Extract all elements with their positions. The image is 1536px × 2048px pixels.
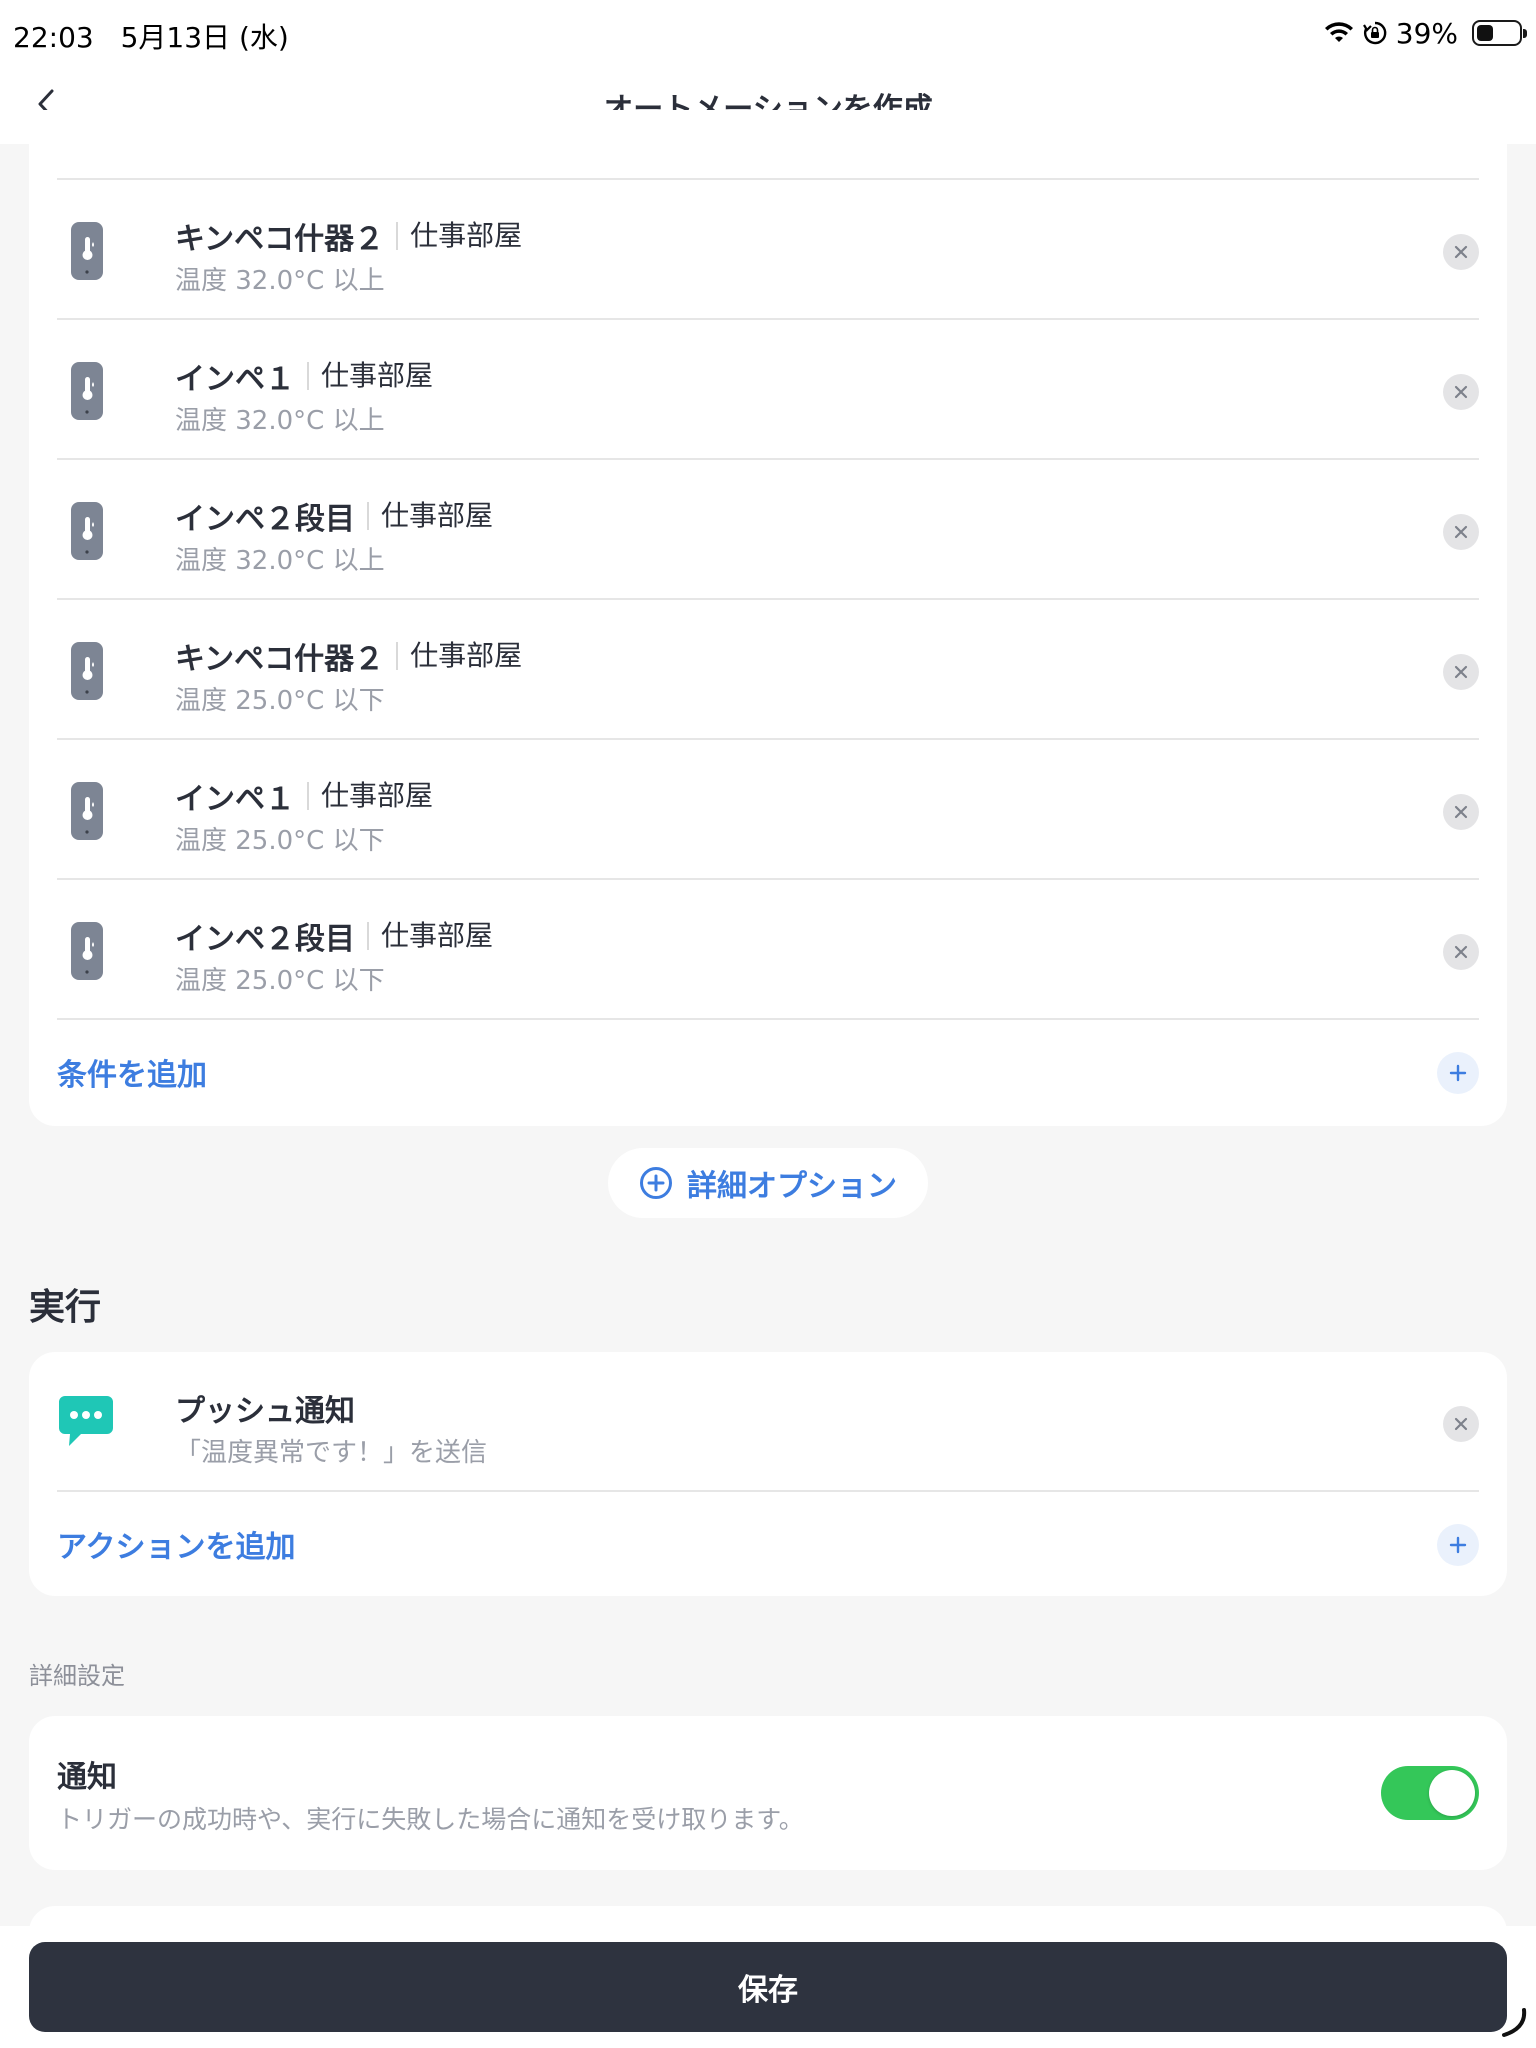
detail-options-label: 詳細オプション: [687, 1169, 897, 1204]
chat-bubble-icon: [59, 1396, 113, 1446]
condition-description: 温度 32.0°C 以上: [175, 406, 385, 436]
notification-toggle[interactable]: [1381, 1766, 1479, 1820]
device-name: インペ２段目: [175, 922, 355, 957]
thermometer-sensor-icon: [71, 362, 103, 420]
condition-device-name: キンペコ什器２ 仕事部屋: [175, 634, 522, 678]
remove-condition-button[interactable]: [1443, 934, 1479, 970]
plus-icon: [1449, 1064, 1467, 1082]
condition-device-name: インペ２段目 仕事部屋: [175, 494, 493, 538]
battery-level: [1477, 25, 1493, 41]
close-icon: [1454, 805, 1468, 819]
device-room: 仕事部屋: [367, 502, 493, 530]
status-time: 22:03: [13, 21, 94, 54]
corner-mark-icon: [1502, 2008, 1527, 2037]
condition-description: 温度 25.0°C 以下: [175, 826, 385, 856]
remove-condition-button[interactable]: [1443, 654, 1479, 690]
close-icon: [1454, 945, 1468, 959]
condition-description: 温度 32.0°C 以上: [175, 266, 385, 296]
status-bar: 22:03 5月13日 (水) 39%: [0, 0, 1536, 64]
device-name: インペ２段目: [175, 502, 355, 537]
add-action-row[interactable]: アクションを追加: [57, 1492, 1479, 1596]
device-room: 仕事部屋: [396, 222, 522, 250]
action-title: プッシュ通知: [175, 1394, 355, 1429]
device-room: 仕事部屋: [396, 642, 522, 670]
condition-row[interactable]: インペ１ 仕事部屋温度 32.0°C 以上: [57, 320, 1479, 460]
notification-title: 通知: [57, 1760, 117, 1795]
add-condition-row[interactable]: 条件を追加: [57, 1020, 1479, 1124]
condition-row[interactable]: インペ２段目 仕事部屋温度 32.0°C 以上: [57, 460, 1479, 600]
save-button[interactable]: 保存: [29, 1942, 1507, 2032]
add-condition-button[interactable]: [1437, 1052, 1479, 1094]
device-name: キンペコ什器２: [175, 642, 385, 677]
save-footer: 保存: [0, 1926, 1536, 2048]
close-icon: [1454, 525, 1468, 539]
device-name: インペ１: [175, 782, 295, 817]
rotation-lock-icon: [1362, 21, 1387, 45]
actions-card: プッシュ通知 「温度異常です！」を送信 アクションを追加: [29, 1352, 1507, 1596]
thermometer-sensor-icon: [71, 922, 103, 980]
toggle-knob: [1429, 1770, 1475, 1816]
battery-icon: [1472, 20, 1527, 46]
remove-condition-button[interactable]: [1443, 374, 1479, 410]
condition-row[interactable]: インペ２段目 仕事部屋温度 25.0°C 以下: [57, 880, 1479, 1020]
remove-condition-button[interactable]: [1443, 794, 1479, 830]
close-icon: [1454, 245, 1468, 259]
thermometer-sensor-icon: [71, 782, 103, 840]
condition-description: 温度 32.0°C 以上: [175, 546, 385, 576]
condition-device-name: インペ１ 仕事部屋: [175, 354, 433, 398]
close-icon: [1454, 1417, 1468, 1431]
plus-icon: [1449, 1536, 1467, 1554]
remove-condition-button[interactable]: [1443, 234, 1479, 270]
status-time-date: 22:03 5月13日 (水): [13, 16, 307, 56]
condition-description: 温度 25.0°C 以下: [175, 686, 385, 716]
save-label: 保存: [738, 1973, 798, 2008]
remove-condition-button[interactable]: [1443, 514, 1479, 550]
add-condition-label[interactable]: 条件を追加: [57, 1050, 207, 1094]
condition-device-name: キンペコ什器２ 仕事部屋: [175, 214, 522, 258]
device-room: 仕事部屋: [367, 922, 493, 950]
notification-setting-card: 通知 トリガーの成功時や、実行に失敗した場合に通知を受け取ります。: [29, 1716, 1507, 1870]
detail-options-button[interactable]: 詳細オプション: [608, 1148, 928, 1218]
battery-percent: 39%: [1395, 16, 1458, 50]
add-action-label[interactable]: アクションを追加: [57, 1522, 296, 1566]
device-room: 仕事部屋: [307, 782, 433, 810]
add-action-button[interactable]: [1437, 1524, 1479, 1566]
close-icon: [1454, 665, 1468, 679]
thermometer-sensor-icon: [71, 642, 103, 700]
status-date: 5月13日 (水): [120, 21, 289, 54]
device-name: インペ１: [175, 362, 295, 397]
execution-heading: 実行: [29, 1287, 102, 1328]
remove-action-button[interactable]: [1443, 1406, 1479, 1442]
device-room: 仕事部屋: [307, 362, 433, 390]
device-name: キンペコ什器２: [175, 222, 385, 257]
condition-row[interactable]: インペ１ 仕事部屋温度 25.0°C 以下: [57, 740, 1479, 880]
notification-description: トリガーの成功時や、実行に失敗した場合に通知を受け取ります。: [57, 1805, 804, 1834]
status-indicators: 39%: [1324, 16, 1527, 50]
plus-circle-icon: [640, 1167, 672, 1199]
wifi-icon: [1324, 22, 1353, 42]
thermometer-sensor-icon: [71, 502, 103, 560]
advanced-settings-label: 詳細設定: [29, 1662, 125, 1690]
condition-description: 温度 25.0°C 以下: [175, 966, 385, 996]
condition-device-name: インペ２段目 仕事部屋: [175, 914, 493, 958]
condition-row[interactable]: キンペコ什器２ 仕事部屋 温度 25.0°C 以下: [57, 600, 1479, 740]
conditions-card: キンペコ什器２ 仕事部屋 温度 32.0°C 以上 インペ１ 仕事部屋 温度 32.0°C…: [29, 110, 1507, 1126]
condition-device-name: インペ１ 仕事部屋: [175, 774, 433, 818]
action-description: 「温度異常です！」を送信: [175, 1438, 488, 1468]
thermometer-sensor-icon: [71, 222, 103, 280]
condition-row[interactable]: キンペコ什器２ 仕事部屋 温度 32.0°C 以上: [57, 180, 1479, 320]
action-row[interactable]: プッシュ通知 「温度異常です！」を送信: [57, 1352, 1479, 1492]
close-icon: [1454, 385, 1468, 399]
